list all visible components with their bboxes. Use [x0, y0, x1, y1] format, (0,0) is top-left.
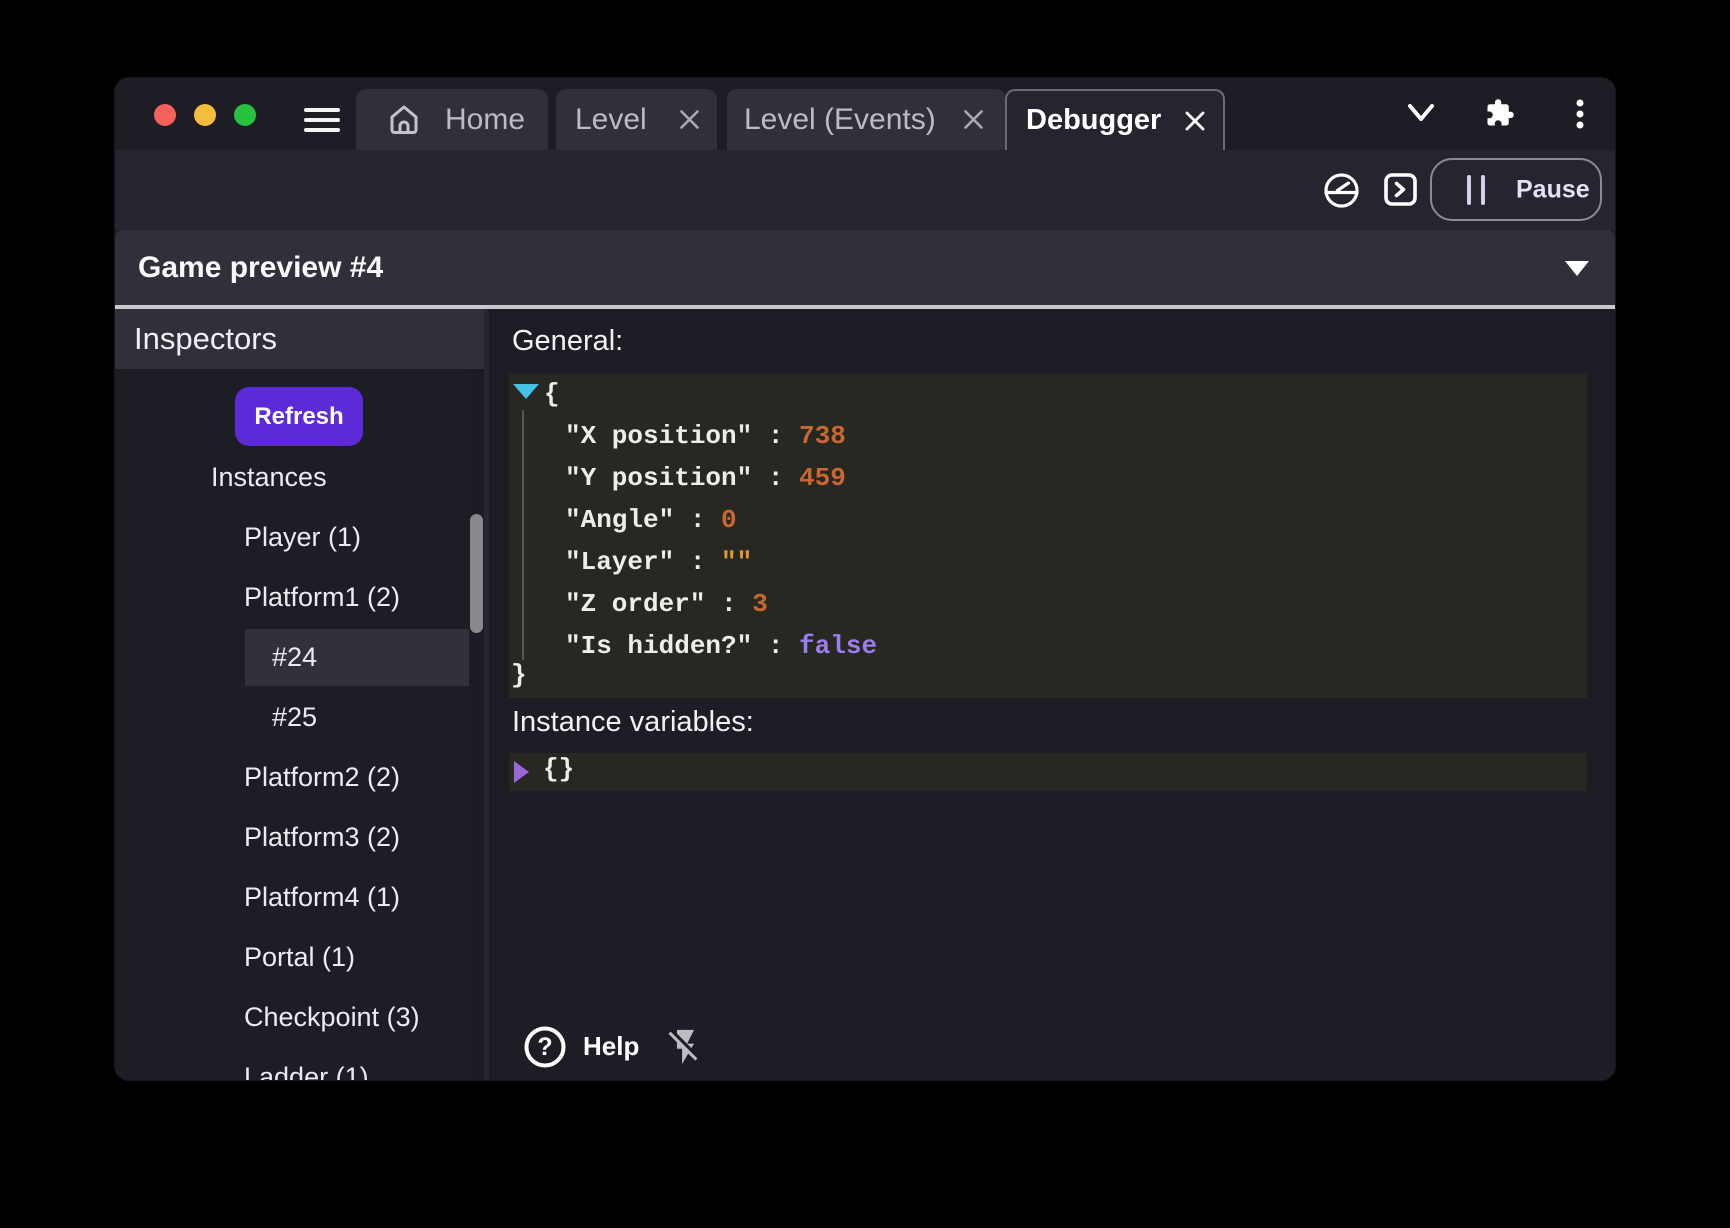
svg-text:?: ? — [537, 1033, 552, 1061]
